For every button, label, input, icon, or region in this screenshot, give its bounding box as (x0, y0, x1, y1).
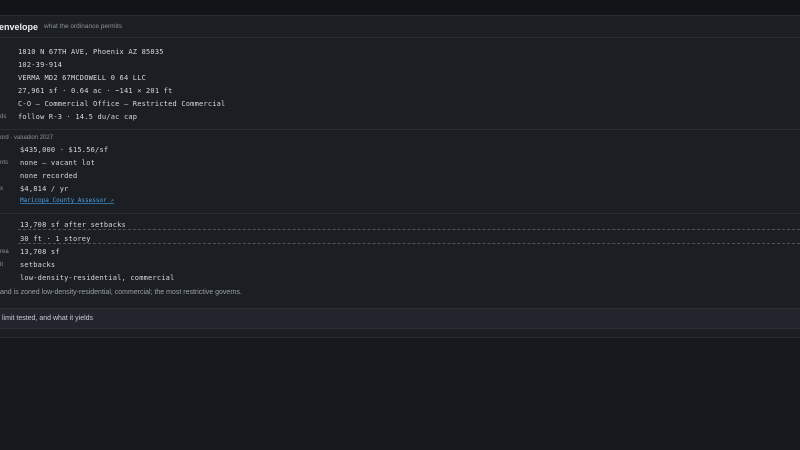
limit-row: it setbacks (0, 259, 800, 272)
result-value: 30 ft · 1 storey (20, 235, 91, 243)
top-bar (0, 0, 800, 15)
governing-note: and is zoned low-density-residential, co… (0, 289, 242, 296)
result-value: setbacks (20, 261, 56, 269)
tax-row: x $4,814 / yr (0, 183, 800, 196)
fact-row-zoning: C-O — Commercial Office — Restricted Com… (0, 98, 800, 111)
divider (0, 213, 800, 214)
liens-row: none recorded (0, 170, 800, 183)
fact-value: C-O — Commercial Office — Restricted Com… (18, 100, 226, 108)
result-value: 13,708 sf (20, 248, 60, 256)
result-value: low-density-residential, commercial (20, 274, 175, 282)
improvements-key: nts (0, 160, 9, 166)
fact-row-address: 1810 N 67TH AVE, Phoenix AZ 85035 (0, 46, 800, 59)
fact-value: 1810 N 67TH AVE, Phoenix AZ 85035 (18, 48, 164, 56)
fact-value: VERMA MD2 67MCDOWELL 0 64 LLC (18, 74, 147, 82)
divider (0, 337, 800, 338)
buildable-row: 13,708 sf after setbacks (0, 219, 800, 232)
improvements-row: nts none — vacant lot (0, 157, 800, 170)
fact-value: 102-39-914 (18, 61, 63, 69)
tax-value: $4,814 / yr (20, 185, 69, 193)
section-title: envelope (0, 21, 39, 32)
dashed-rule (18, 243, 800, 244)
area-row: rea 13,708 sf (0, 246, 800, 259)
valuation-value: $435,000 · $15.56/sf (20, 146, 109, 154)
fact-key: ds (0, 114, 7, 120)
valuation-label: ord · valuation 2027 (0, 135, 54, 141)
result-key: rea (0, 249, 9, 255)
dashed-rule (18, 229, 800, 230)
fact-row-owner: VERMA MD2 67MCDOWELL 0 64 LLC (0, 72, 800, 85)
fact-row-size: 27,961 sf · 0.64 ac · ~141 × 201 ft (0, 85, 800, 98)
height-row: 30 ft · 1 storey (0, 233, 800, 246)
improvements-value: none — vacant lot (20, 159, 96, 167)
section-subtitle: what the ordinance permits (44, 23, 123, 30)
zones-row: low-density-residential, commercial (0, 272, 800, 285)
fact-row-parcel: 102-39-914 (0, 59, 800, 72)
liens-value: none recorded (20, 172, 78, 180)
limits-expander[interactable]: limit tested, and what it yields (0, 308, 800, 329)
result-value: 13,708 sf after setbacks (20, 221, 126, 229)
fact-value: follow R-3 · 14.5 du/ac cap (18, 113, 138, 121)
valuation-row: $435,000 · $15.56/sf (0, 144, 800, 157)
assessor-link[interactable]: Maricopa County Assessor ↗ (20, 197, 114, 204)
result-key: it (0, 262, 3, 268)
section-header: envelope what the ordinance permits (0, 15, 800, 38)
fact-row-standards: ds follow R-3 · 14.5 du/ac cap (0, 111, 800, 124)
divider (0, 129, 800, 130)
fact-value: 27,961 sf · 0.64 ac · ~141 × 201 ft (18, 87, 173, 95)
tax-key: x (0, 186, 3, 192)
limits-expander-label: limit tested, and what it yields (2, 315, 94, 322)
